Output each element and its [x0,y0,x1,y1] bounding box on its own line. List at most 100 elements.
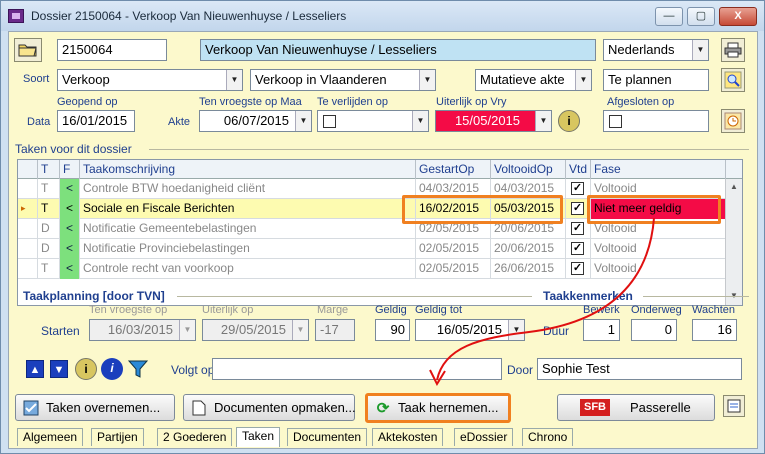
cell-desc: Sociale en Fiscale Berichten [80,199,416,219]
onderweg-field[interactable]: 0 [631,319,677,341]
plan-geldig-tot-field[interactable]: 16/05/2015 ▼ [415,319,525,341]
te-verlijden-checkbox[interactable] [323,115,336,128]
task-filter-icon[interactable] [127,358,149,380]
cell-f: < [60,179,80,199]
plan-ten-vroegste-value: 16/03/2015 [107,322,173,337]
akte-type-select[interactable]: Mutatieve akte ▼ [475,69,592,91]
col-taakomschrijving[interactable]: Taakomschrijving [80,160,416,179]
uiterlijk-date[interactable]: 15/05/2015 ▼ [435,110,552,132]
taak-hernemen-button[interactable]: ⟳ Taak hernemen... [365,393,511,423]
ten-vroegste-date[interactable]: 06/07/2015 ▼ [199,110,312,132]
afgesloten-date[interactable] [603,110,709,132]
plan-geldig-field[interactable]: 90 [375,319,410,341]
chevron-down-icon: ▼ [179,320,195,340]
magnifier-icon [724,71,742,89]
dossier-name-field[interactable]: Verkoop Van Nieuwenhuyse / Lesseliers [200,39,596,61]
chevron-down-icon: ▼ [575,70,591,90]
search-button[interactable] [721,68,745,92]
dates-highlight [402,195,563,224]
passerelle-label: Passerelle [630,400,691,415]
duur-label: Duur [543,324,570,338]
starten-label: Starten [41,324,80,338]
tab-edossier[interactable]: eDossier [454,428,514,446]
taken-overnemen-button[interactable]: Taken overnemen... [15,394,175,421]
region-select[interactable]: Verkoop in Vlaanderen ▼ [250,69,436,91]
tab-aktekosten[interactable]: Aktekosten [372,428,444,446]
maximize-button[interactable]: ▢ [687,7,715,26]
plan-geldig-label: Geldig [375,304,407,316]
tab-algemeen[interactable]: Algemeen [17,428,84,446]
cell-done: 26/06/2015 [491,259,566,279]
te-verlijden-date[interactable]: ▼ [317,110,429,132]
minimize-button[interactable]: — [655,7,683,26]
clock-button[interactable] [721,109,745,133]
plan-ten-vroegste-field: 16/03/2015 ▼ [89,319,196,341]
notes-button[interactable] [723,395,745,417]
tab-taken[interactable]: Taken [236,427,281,447]
bewerk-field[interactable]: 1 [583,319,620,341]
task-details-icon[interactable]: i [101,358,123,380]
planning-group-title: Taakplanning [door TVN] [23,289,165,303]
print-button[interactable] [721,38,745,62]
vtd-checkbox[interactable]: ✓ [571,202,584,215]
tab-partijen[interactable]: Partijen [91,428,144,446]
cell-desc: Notificatie Gemeentebelastingen [80,219,416,239]
geopend-op-field[interactable]: 16/01/2015 [57,110,135,132]
plan-geldig-tot-value: 16/05/2015 [436,322,502,337]
soort-select[interactable]: Verkoop ▼ [57,69,243,91]
cell-t: D [38,239,60,259]
geopend-op-label: Geopend op [57,96,118,108]
tab-chrono[interactable]: Chrono [522,428,574,446]
col-t[interactable]: T [38,160,60,179]
region-value: Verkoop in Vlaanderen [255,72,387,87]
onderweg-label: Onderweg [631,304,682,316]
vtd-checkbox[interactable]: ✓ [571,242,584,255]
chevron-down-icon: ▼ [226,70,242,90]
chevron-down-icon: ▼ [692,40,708,60]
wachten-field[interactable]: 16 [692,319,737,341]
col-gestartop[interactable]: GestartOp [416,160,491,179]
cell-f: < [60,239,80,259]
volgt-op-field[interactable] [212,358,502,380]
taak-hernemen-label: Taak hernemen... [398,400,499,415]
info-icon[interactable]: i [558,110,580,132]
language-value: Nederlands [608,42,675,57]
afgesloten-label: Afgesloten op [607,96,675,108]
language-select[interactable]: Nederlands ▼ [603,39,709,61]
col-indicator [18,160,38,179]
col-voltooidop[interactable]: VoltooidOp [491,160,566,179]
passerelle-button[interactable]: SFB Passerelle [557,394,715,421]
table-row[interactable]: T < Controle recht van voorkoop 02/05/20… [18,259,726,279]
tasks-scrollbar[interactable]: ▲ ▼ [725,179,742,305]
vtd-checkbox[interactable]: ✓ [571,222,584,235]
fase-highlight [587,195,721,224]
akte-label: Akte [168,116,191,128]
tab-goederen[interactable]: 2 Goederen [157,428,233,446]
title-bar: Dossier 2150064 - Verkoop Van Nieuwenhuy… [1,1,764,31]
close-button[interactable]: X [719,7,757,26]
cell-fase: Voltooid [591,259,726,279]
arrow-down-button[interactable]: ▼ [50,360,68,378]
cell-start: 02/05/2015 [416,239,491,259]
door-field[interactable]: Sophie Test [537,358,742,380]
plan-uiterlijk-value: 29/05/2015 [220,322,286,337]
documenten-opmaken-button[interactable]: Documenten opmaken... [183,394,356,421]
status-field[interactable]: Te plannen [603,69,709,91]
dossier-number-field[interactable]: 2150064 [57,39,167,61]
scroll-up-icon[interactable]: ▲ [726,179,742,195]
cell-f: < [60,219,80,239]
tasks-group-line [149,149,749,150]
vtd-checkbox[interactable]: ✓ [571,262,584,275]
table-row[interactable]: D < Notificatie Provinciebelastingen 02/… [18,239,726,259]
open-folder-button[interactable] [14,38,42,62]
col-f[interactable]: F [60,160,80,179]
afgesloten-checkbox[interactable] [609,115,622,128]
arrow-up-button[interactable]: ▲ [26,360,44,378]
col-vtd[interactable]: Vtd [566,160,591,179]
te-verlijden-label: Te verlijden op [317,96,388,108]
col-fase[interactable]: Fase [591,160,726,179]
task-info-icon[interactable]: i [75,358,97,380]
plan-marge-field: -17 [315,319,355,341]
tab-documenten[interactable]: Documenten [287,428,368,446]
vtd-checkbox[interactable]: ✓ [571,182,584,195]
